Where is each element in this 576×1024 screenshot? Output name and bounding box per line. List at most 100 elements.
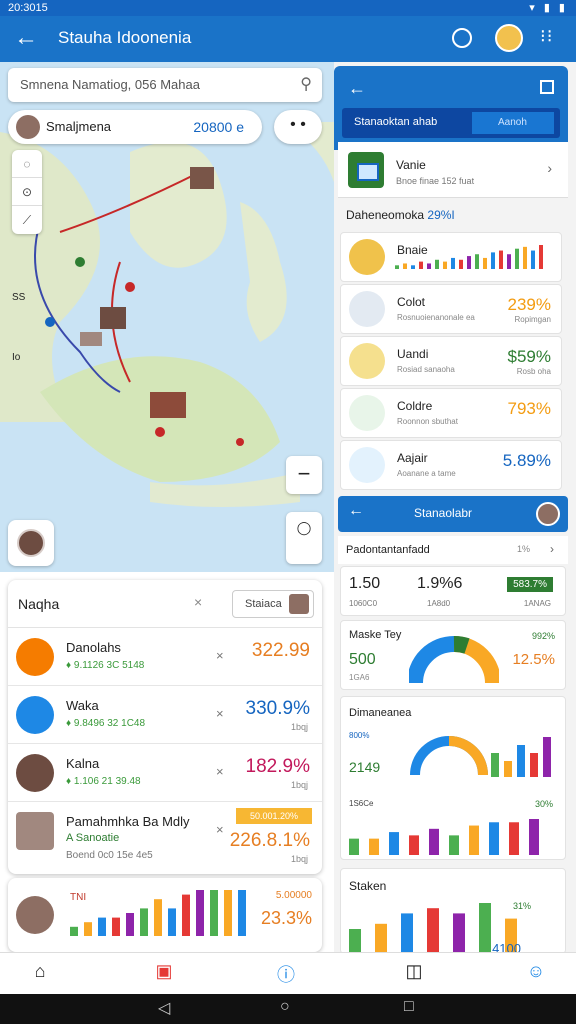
list-item[interactable]: Kalna ♦ 1.106 21 39.48 × 182.9% 1bqj [8,744,322,802]
home-icon[interactable]: ⌂ [20,961,60,982]
list-item[interactable]: Waka ♦ 9.8496 32 1C48 × 330.9% 1bqj [8,686,322,744]
metric-name: Coldre [397,399,433,413]
stat-badge: 583.7% [507,577,553,592]
home-circle-icon[interactable]: ○ [280,998,290,1016]
map-control-button[interactable]: ⟋ [12,206,42,234]
metric-card[interactable]: Uandi Rosiad sanaoha $59% Rosb oha [340,336,562,386]
metric-card[interactable]: Bnaie [340,232,562,282]
chevron-right-icon[interactable]: › [547,160,552,176]
item-value: 330.9% [245,698,310,719]
venue-card[interactable]: Vanie Bnoe finae 152 fuat › [338,142,568,198]
chart-bar [210,890,218,936]
list-item[interactable]: Pamahmhka Ba Mdly A Sanoatie Boend 0c0 1… [8,802,322,874]
item-sub: ♦ 9.8496 32 1C48 [66,718,146,729]
chart-bar [427,263,431,269]
chart-bar [419,261,423,269]
filter-button[interactable]: Staiaca [232,590,314,618]
location-value: 20800 e [193,119,244,135]
donut-chart [410,736,488,776]
bar-card[interactable]: TNI 5.00000 23.3% [8,878,322,952]
item-sub-value: 1bqj [290,854,308,864]
location-label: Smaljmena [46,119,112,134]
stat-value: 1.9%6 [417,575,463,592]
back-arrow-icon[interactable]: ← [348,502,364,520]
chart-bar [523,246,527,269]
search-placeholder: Smnena Namatiog, 056 Mahaa [20,77,200,92]
location-button[interactable] [8,520,54,566]
close-icon[interactable]: × [216,706,224,721]
performance-header[interactable]: Padontantanfadd 1% › [338,536,568,564]
chart-bar [401,913,413,953]
staken-title: Staken [349,879,387,893]
avatar[interactable] [495,24,523,52]
metric-card[interactable]: Colot Rosnuoienanonale ea 239% Ropimgan [340,284,562,334]
map-control-button[interactable]: ⊙ [12,178,42,206]
section-header: Daheneomoka 29%I [346,208,455,222]
donut-card: Dimaneanea 800% 2149 1S6Ce 30% [340,696,566,860]
list-item[interactable]: Danolahs ♦ 9.1126 3C 5148 × 322.99 [8,628,322,686]
chart-bar [427,908,439,953]
stat-card: 1.50 1060C0 1.9%6 1A8d0 583.7% 1ANAG [340,566,566,616]
location-pill[interactable]: Smaljmena 20800 e [8,110,262,144]
close-icon[interactable]: × [194,594,202,610]
metric-sub-value: Rosb oha [516,367,551,376]
metric-value: 5.89% [502,451,551,470]
search-icon[interactable]: ⚲ [300,68,312,102]
chart-bar [499,250,503,269]
more-button[interactable]: • • [274,110,322,144]
calendar-icon[interactable]: ▣ [144,961,184,982]
bar-card-top-value: 5.00000 [275,890,312,901]
chart-bar [369,838,379,855]
item-tag: 50.001.20% [236,808,312,824]
performance-count: 1% [516,544,530,554]
chart-bar [349,838,359,855]
stat-sub: 1A8d0 [427,599,451,608]
shield-button[interactable]: ◯ [286,512,322,564]
metric-card[interactable]: Aajair Aoanane a tame 5.89% [340,440,562,490]
map-label: SS [12,292,26,303]
second-header-title: Stanaolabr [414,506,473,520]
back-icon[interactable]: ◁ [158,998,170,1018]
tab-inactive[interactable]: Aanoh [472,112,554,134]
metric-card[interactable]: Coldre Roonnon sbuthat 793% [340,388,562,438]
avatar [289,594,309,614]
search-input[interactable]: Smnena Namatiog, 056 Mahaa ⚲ [8,68,322,102]
close-icon[interactable]: × [216,648,224,663]
temple-icon [349,239,385,275]
zoom-out-button[interactable]: − [286,456,322,494]
avatar [16,115,40,139]
messages-icon[interactable]: ◫ [394,961,434,982]
venue-name: Vanie [396,158,426,172]
chart-bar [515,248,519,269]
chart-bar [126,913,134,936]
avatar[interactable] [536,502,560,526]
grid-menu-icon[interactable]: ⁝⁝ [540,26,553,47]
donut-label: 800% [349,731,370,740]
chart-bar [517,745,525,777]
back-arrow-icon[interactable]: ← [14,24,38,52]
back-arrow-icon[interactable]: ← [348,78,366,99]
window-icon[interactable] [540,80,554,94]
item-sub: ♦ 1.106 21 39.48 [66,776,141,787]
chart-bar [467,256,471,269]
item-name-2: A Sanoatie [66,832,120,844]
map-control-button[interactable]: ◌ [12,150,42,178]
close-icon[interactable]: × [216,822,224,837]
recents-icon[interactable]: □ [404,998,414,1016]
app-bar: ← Stauha Idoonenia ⁝⁝ [0,16,576,62]
place-icon [16,638,54,676]
chart-bar [98,917,106,936]
chart-bar [530,753,538,777]
profile-icon[interactable]: ☺ [516,961,556,982]
circle-icon[interactable] [452,28,472,48]
gauge-title: Maske Tey [349,629,402,641]
mini-bar-chart [395,245,543,269]
chevron-right-icon[interactable]: › [550,542,554,556]
close-icon[interactable]: × [216,764,224,779]
chart-bar [469,825,479,855]
building-icon [349,291,385,327]
chart-bar [395,265,399,269]
info-icon[interactable]: ⓘ [266,961,306,987]
chart-bar [375,923,387,953]
tab-active[interactable]: Stanaoktan ahab [354,116,437,128]
